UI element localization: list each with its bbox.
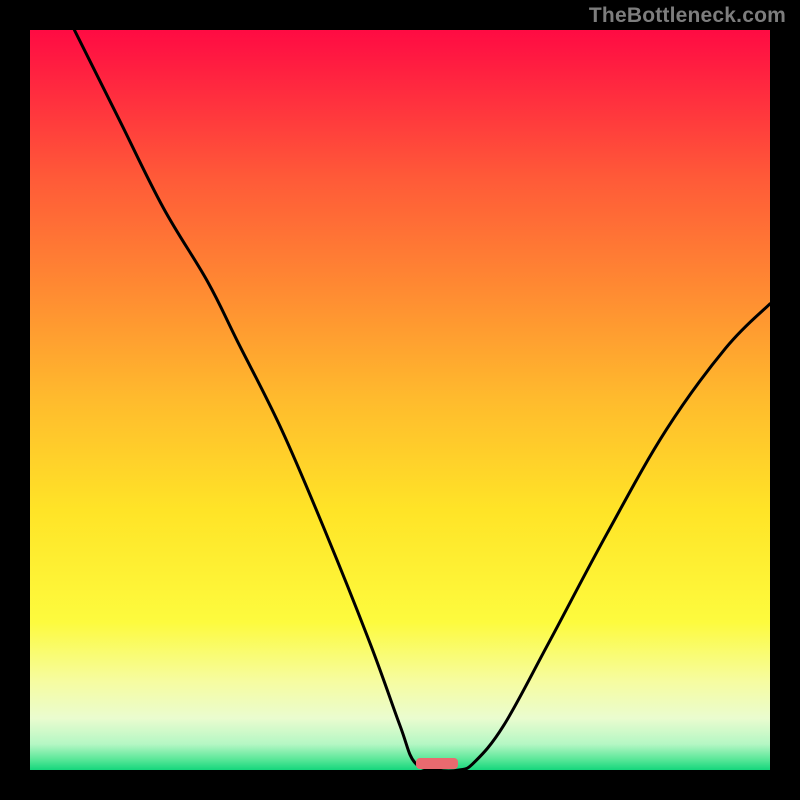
chart-svg bbox=[30, 30, 770, 770]
target-marker bbox=[416, 758, 458, 769]
bottleneck-chart bbox=[30, 30, 770, 770]
gradient-background bbox=[30, 30, 770, 770]
watermark-text: TheBottleneck.com bbox=[589, 4, 786, 28]
chart-frame: TheBottleneck.com bbox=[0, 0, 800, 800]
